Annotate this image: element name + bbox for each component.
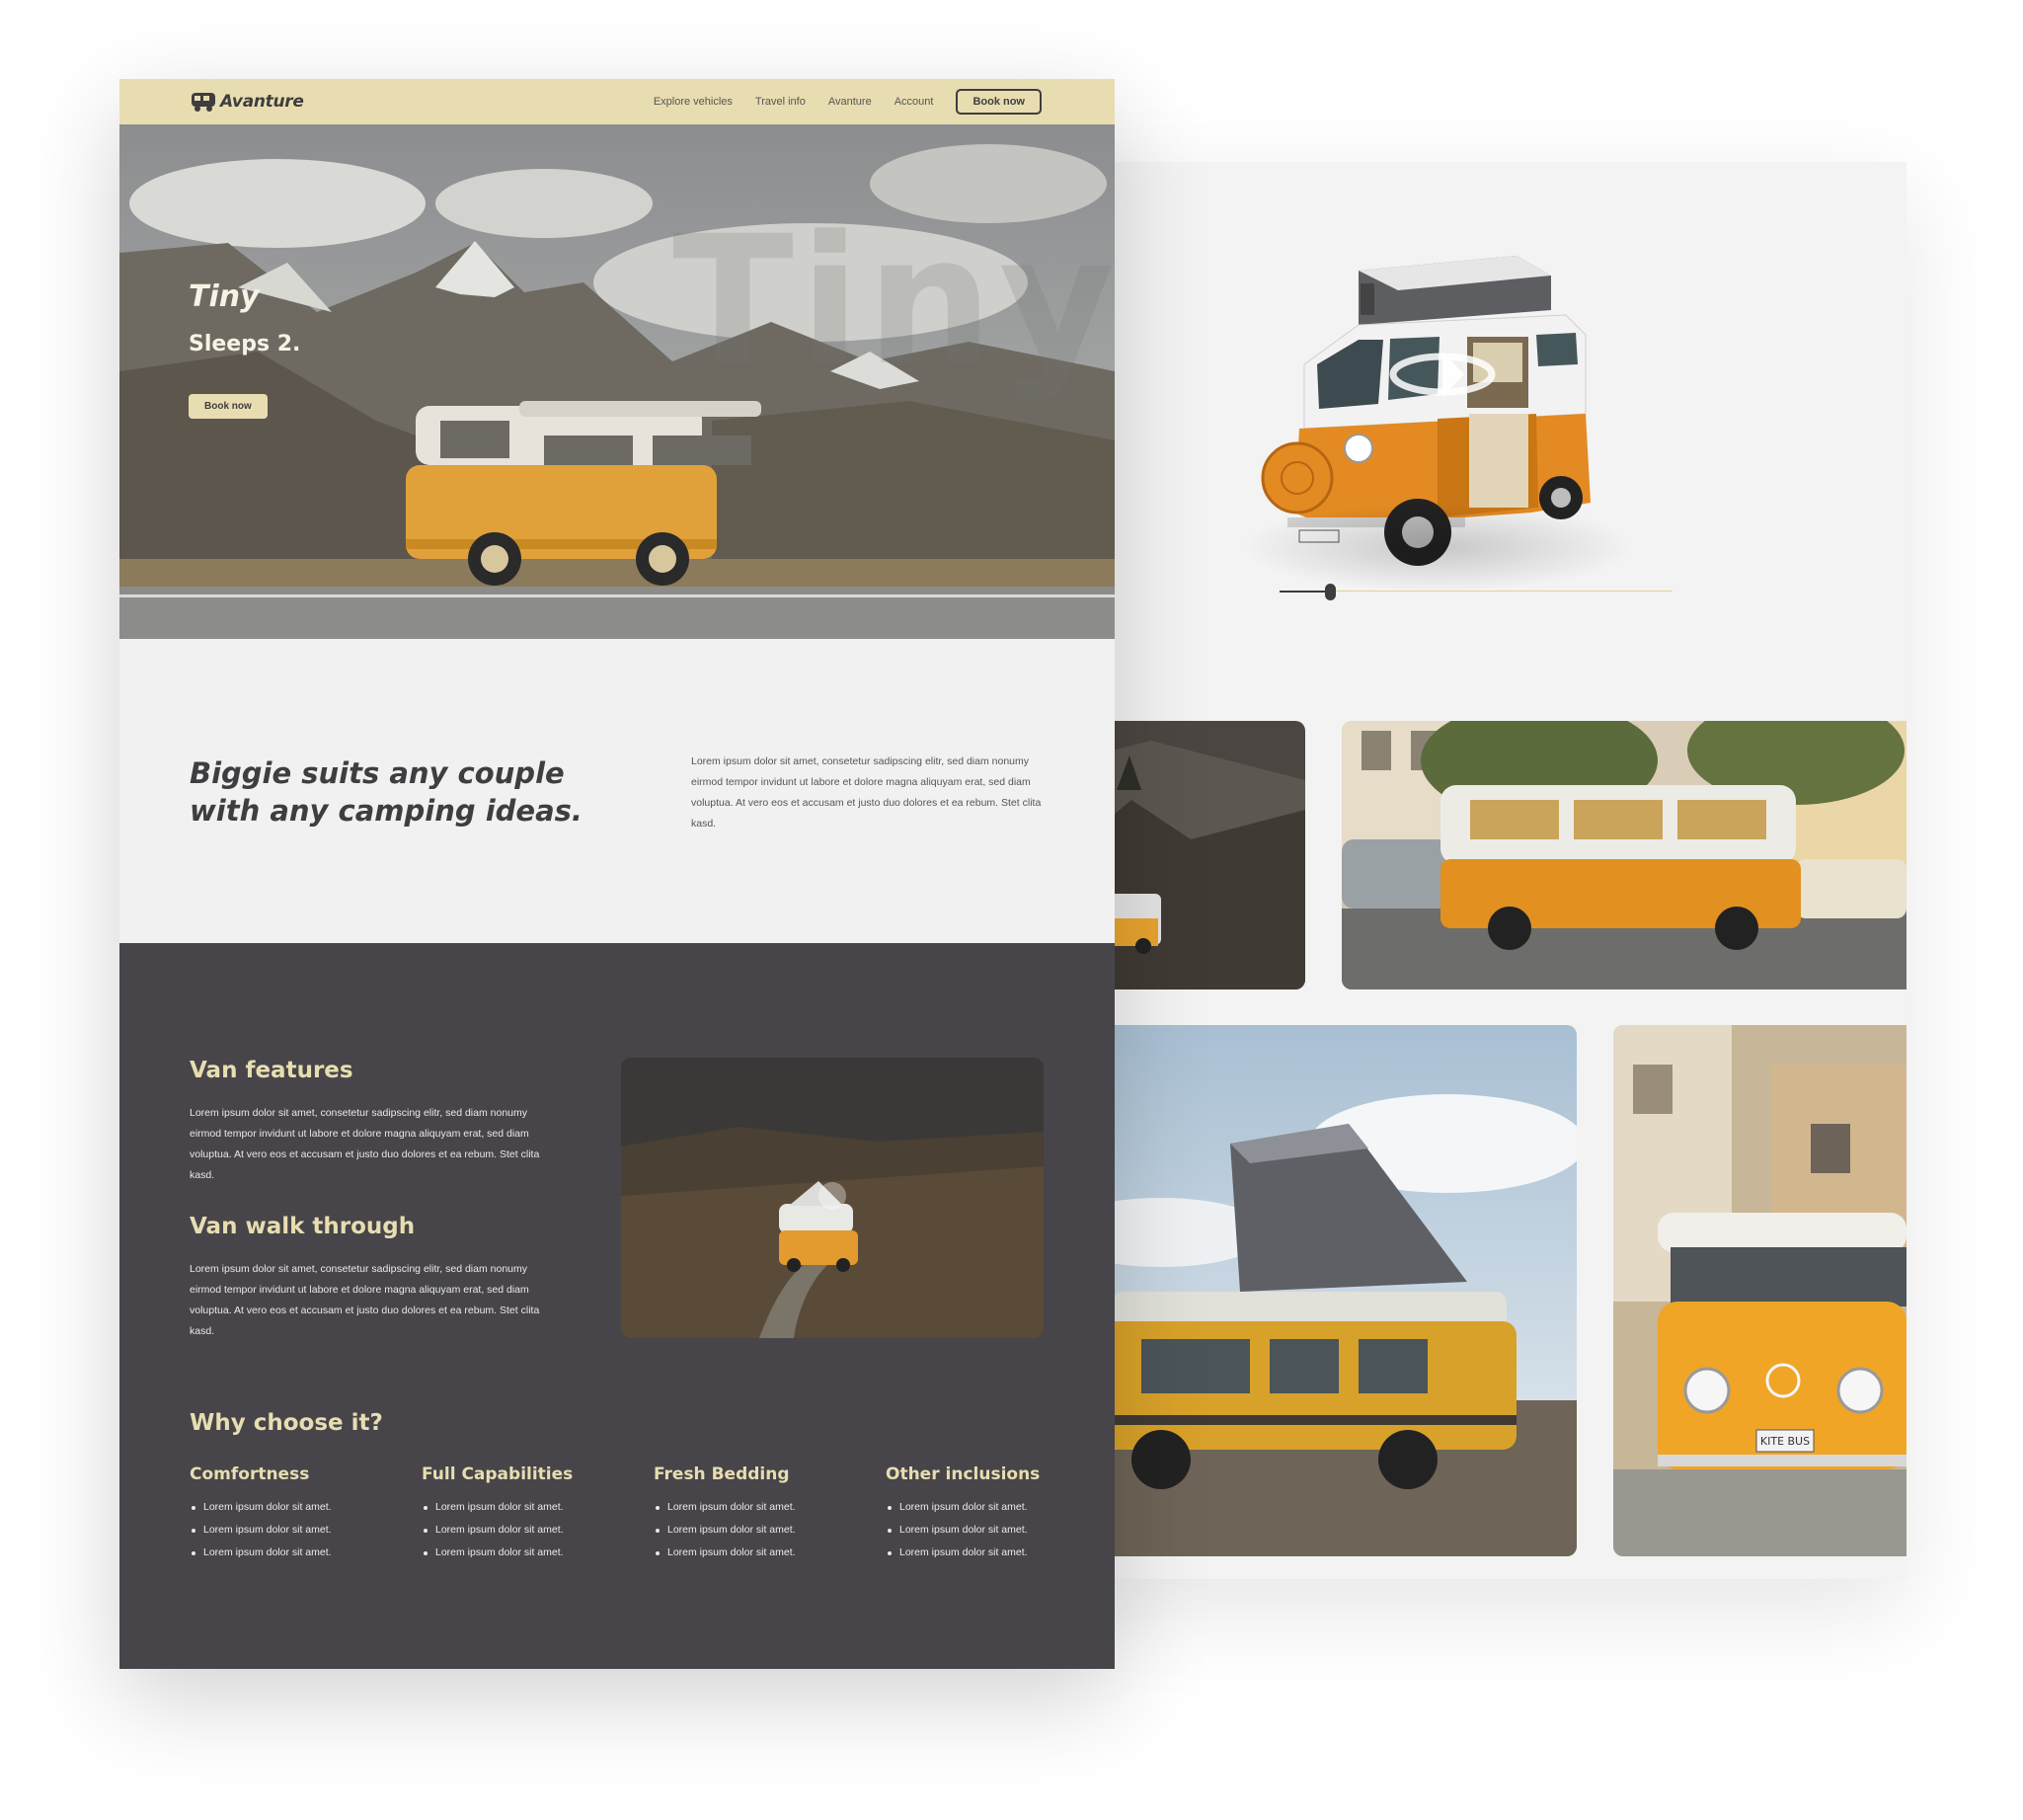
gallery-photo-street-van[interactable] bbox=[1342, 721, 1906, 989]
list-item: Lorem ipsum dolor sit amet. bbox=[654, 1542, 881, 1564]
list-item: Lorem ipsum dolor sit amet. bbox=[654, 1496, 881, 1519]
nav-link-avanture[interactable]: Avanture bbox=[828, 96, 872, 108]
why-column-title: Full Capabilities bbox=[422, 1464, 574, 1484]
why-column-fresh-bedding: Fresh Bedding Lorem ipsum dolor sit amet… bbox=[654, 1464, 881, 1564]
slider-track bbox=[1331, 591, 1673, 592]
list-item: Lorem ipsum dolor sit amet. bbox=[422, 1542, 649, 1564]
rotation-slider[interactable] bbox=[1280, 581, 1673, 600]
detail-page-preview: KITE BUS bbox=[1072, 162, 1906, 1579]
intro-paragraph: Lorem ipsum dolor sit amet, consetetur s… bbox=[691, 755, 1042, 830]
brand-name: Avanture bbox=[220, 92, 304, 112]
van-features-paragraph: Lorem ipsum dolor sit amet, consetetur s… bbox=[190, 1107, 540, 1181]
vehicle-landing-page: Avanture Explore vehicles Travel info Av… bbox=[119, 79, 1115, 1669]
why-column-title: Comfortness bbox=[190, 1464, 310, 1484]
intro-heading: Biggie suits any couple with any camping… bbox=[190, 756, 583, 828]
hero-title: Tiny bbox=[189, 279, 260, 314]
brand-logo[interactable]: Avanture bbox=[191, 89, 304, 115]
list-item: Lorem ipsum dolor sit amet. bbox=[654, 1519, 881, 1542]
hero-book-now-button[interactable]: Book now bbox=[189, 394, 268, 419]
nav-link-explore-vehicles[interactable]: Explore vehicles bbox=[654, 96, 733, 108]
nav-link-account[interactable]: Account bbox=[895, 96, 934, 108]
walk-through-video-thumbnail[interactable] bbox=[621, 1058, 1044, 1338]
why-column-list: Lorem ipsum dolor sit amet. Lorem ipsum … bbox=[886, 1496, 1113, 1564]
van-walk-through-paragraph: Lorem ipsum dolor sit amet, consetetur s… bbox=[190, 1263, 540, 1337]
why-column-full-capabilities: Full Capabilities Lorem ipsum dolor sit … bbox=[422, 1464, 649, 1564]
top-navbar: Avanture Explore vehicles Travel info Av… bbox=[119, 79, 1115, 124]
play-icon[interactable] bbox=[818, 1182, 846, 1210]
why-choose-heading: Why choose it? bbox=[190, 1410, 383, 1436]
gallery-photo-poptop-van[interactable] bbox=[1072, 1025, 1577, 1556]
hero-watermark-text: Tiny bbox=[672, 198, 1115, 405]
van-walk-through-heading: Van walk through bbox=[190, 1214, 416, 1239]
nav-link-travel-info[interactable]: Travel info bbox=[755, 96, 806, 108]
list-item: Lorem ipsum dolor sit amet. bbox=[886, 1542, 1113, 1564]
why-column-list: Lorem ipsum dolor sit amet. Lorem ipsum … bbox=[190, 1496, 417, 1564]
hero-section: Tiny Tiny Sleeps 2. Book now bbox=[119, 124, 1115, 639]
why-column-comfortness: Comfortness Lorem ipsum dolor sit amet. … bbox=[190, 1464, 417, 1564]
list-item: Lorem ipsum dolor sit amet. bbox=[422, 1496, 649, 1519]
slider-thumb[interactable] bbox=[1325, 584, 1336, 600]
moody-valley-van-image bbox=[621, 1058, 1044, 1338]
van-features-heading: Van features bbox=[190, 1058, 353, 1083]
list-item: Lorem ipsum dolor sit amet. bbox=[886, 1496, 1113, 1519]
why-column-title: Fresh Bedding bbox=[654, 1464, 790, 1484]
list-item: Lorem ipsum dolor sit amet. bbox=[190, 1496, 417, 1519]
nav-book-now-button[interactable]: Book now bbox=[956, 89, 1042, 115]
license-plate-text: KITE BUS bbox=[1760, 1435, 1810, 1448]
rotate-360-icon[interactable] bbox=[1383, 340, 1502, 409]
list-item: Lorem ipsum dolor sit amet. bbox=[190, 1542, 417, 1564]
why-column-title: Other inclusions bbox=[886, 1464, 1041, 1484]
van-shadow bbox=[1240, 503, 1635, 592]
nav-links: Explore vehicles Travel info Avanture Ac… bbox=[654, 89, 1042, 115]
list-item: Lorem ipsum dolor sit amet. bbox=[190, 1519, 417, 1542]
camper-van-icon bbox=[192, 93, 215, 112]
slider-track-filled bbox=[1280, 591, 1331, 593]
list-item: Lorem ipsum dolor sit amet. bbox=[422, 1519, 649, 1542]
why-column-list: Lorem ipsum dolor sit amet. Lorem ipsum … bbox=[422, 1496, 649, 1564]
why-column-other-inclusions: Other inclusions Lorem ipsum dolor sit a… bbox=[886, 1464, 1113, 1564]
hero-subtitle: Sleeps 2. bbox=[189, 332, 301, 356]
intro-section: Biggie suits any couple with any camping… bbox=[119, 639, 1115, 943]
why-column-list: Lorem ipsum dolor sit amet. Lorem ipsum … bbox=[654, 1496, 881, 1564]
gallery-photo-kite-bus-front[interactable]: KITE BUS bbox=[1613, 1025, 1906, 1556]
details-section: Van features Lorem ipsum dolor sit amet,… bbox=[119, 943, 1115, 1669]
list-item: Lorem ipsum dolor sit amet. bbox=[886, 1519, 1113, 1542]
